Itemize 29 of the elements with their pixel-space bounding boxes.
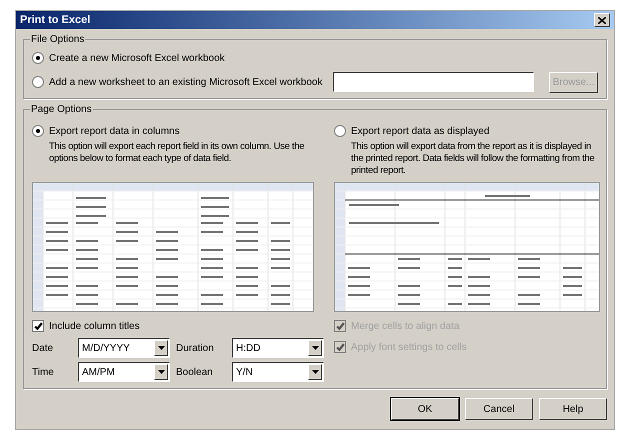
field-label: Duration [176, 342, 215, 356]
close-icon [598, 16, 606, 24]
path-field[interactable] [333, 72, 534, 92]
radio-button[interactable] [32, 125, 44, 137]
option-description: This option will export data from the report as it is displayed in the printed report. Data fields will follow the formatting from the printed report. [351, 141, 596, 178]
field-label: Boolean [176, 366, 214, 380]
format-dropdown[interactable]: M/D/YYYY [78, 338, 170, 358]
format-dropdown[interactable]: Y/N [232, 362, 324, 382]
group-title: File Options [30, 32, 86, 47]
radio-button[interactable] [32, 52, 44, 64]
format-dropdown[interactable]: AM/PM [78, 362, 170, 382]
option-label[interactable]: Export report data in columns [49, 124, 180, 138]
group-title: Page Options [30, 102, 93, 117]
option-label[interactable]: Add a new worksheet to an existing Microsoft Excel workbook [49, 74, 322, 90]
close-button[interactable] [594, 13, 610, 27]
radio-button[interactable] [32, 76, 44, 88]
option-description: This option will export each report field in its own column. Use the options below to format each type of data field. [49, 141, 306, 166]
field-label: Date [32, 342, 54, 356]
field-label: Time [32, 366, 55, 380]
option-label[interactable]: Create a new Microsoft Excel workbook [49, 50, 225, 66]
window-title: Print to Excel [20, 12, 90, 28]
option-label[interactable]: Export report data as displayed [351, 124, 490, 138]
dialog-button[interactable]: Cancel [465, 398, 533, 420]
format-dropdown[interactable]: H:DD [232, 338, 324, 358]
checkbox[interactable] [32, 320, 44, 332]
checkbox-label[interactable]: Include column titles [49, 318, 140, 334]
radio-button[interactable] [334, 125, 346, 137]
dialog-button[interactable]: OK [391, 398, 459, 420]
dialog-button[interactable]: Help [539, 398, 607, 420]
